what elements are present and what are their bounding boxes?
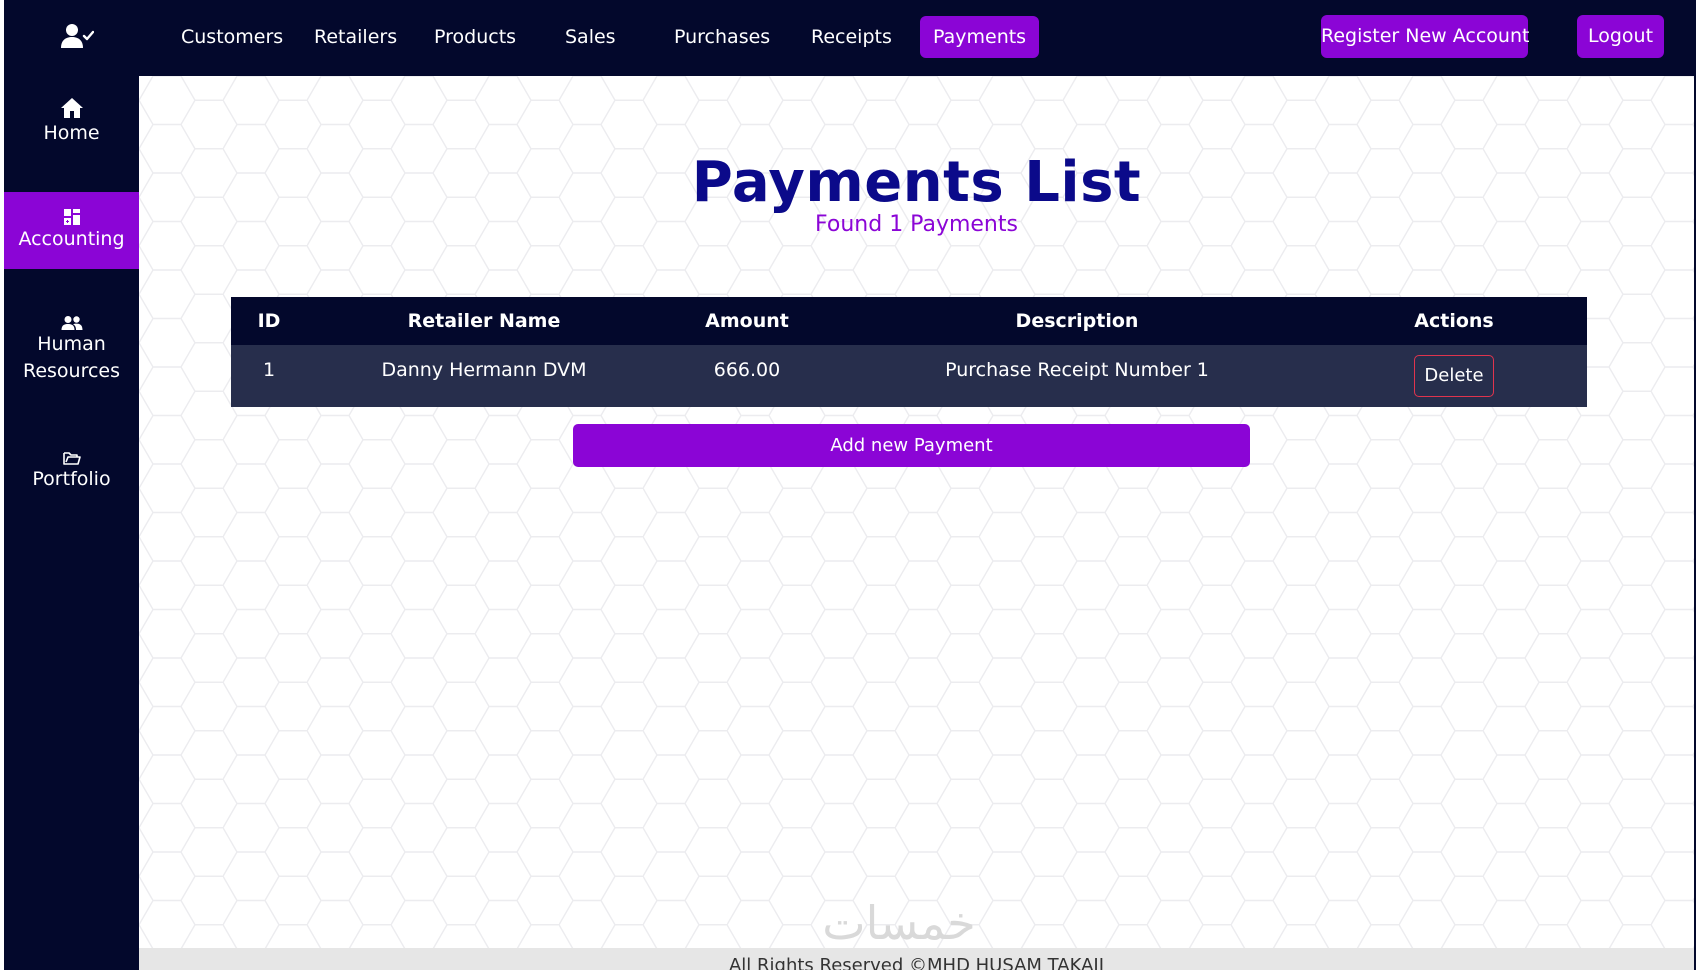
cell-description: Purchase Receipt Number 1 bbox=[833, 345, 1321, 407]
user-check-icon[interactable] bbox=[60, 22, 94, 50]
nav-payments[interactable]: Payments bbox=[920, 16, 1040, 58]
column-header-amount: Amount bbox=[661, 297, 833, 345]
watermark-logo: خمسات bbox=[822, 896, 976, 950]
cell-id: 1 bbox=[231, 345, 307, 407]
register-new-account-button[interactable]: Register New Account bbox=[1321, 15, 1529, 58]
sidebar-item-label: Home bbox=[43, 122, 100, 144]
sidebar-item-label: Accounting bbox=[18, 228, 125, 250]
table-row: 1 Danny Hermann DVM 666.00 Purchase Rece… bbox=[231, 345, 1587, 407]
nav-purchases[interactable]: Purchases bbox=[661, 16, 783, 58]
payments-table: ID Retailer Name Amount Description Acti… bbox=[231, 297, 1587, 407]
delete-button[interactable]: Delete bbox=[1414, 354, 1494, 397]
sidebar-item-portfolio[interactable]: Portfolio bbox=[4, 450, 139, 510]
sidebar: Home Accounting Human Resources Portfoli… bbox=[4, 76, 139, 970]
table-header-row: ID Retailer Name Amount Description Acti… bbox=[231, 297, 1587, 345]
nav-products[interactable]: Products bbox=[421, 16, 529, 58]
cell-amount: 666.00 bbox=[661, 345, 833, 407]
sidebar-item-home[interactable]: Home bbox=[4, 96, 139, 156]
main-content: Payments List Found 1 Payments ID Retail… bbox=[139, 76, 1694, 970]
nav-receipts[interactable]: Receipts bbox=[798, 16, 905, 58]
add-new-payment-button[interactable]: Add new Payment bbox=[573, 424, 1250, 467]
sidebar-item-label: Portfolio bbox=[32, 468, 111, 490]
nav-retailers[interactable]: Retailers bbox=[301, 16, 410, 58]
column-header-actions: Actions bbox=[1321, 297, 1587, 345]
nav-customers[interactable]: Customers bbox=[168, 16, 296, 58]
page-title: Payments List bbox=[691, 150, 1142, 215]
accounting-icon bbox=[63, 209, 80, 225]
logout-button[interactable]: Logout bbox=[1577, 15, 1664, 58]
column-header-id: ID bbox=[231, 297, 307, 345]
page-subtitle: Found 1 Payments bbox=[815, 212, 1018, 237]
top-navbar: Customers Retailers Products Sales Purch… bbox=[4, 0, 1696, 76]
app-frame: Customers Retailers Products Sales Purch… bbox=[4, 0, 1696, 970]
sidebar-item-label: Human bbox=[37, 333, 106, 355]
cell-actions: Delete bbox=[1321, 345, 1587, 407]
nav-sales[interactable]: Sales bbox=[552, 16, 629, 58]
column-header-retailer-name: Retailer Name bbox=[307, 297, 661, 345]
sidebar-item-human-resources[interactable]: Human Resources bbox=[4, 315, 139, 405]
sidebar-item-label: Resources bbox=[22, 360, 121, 382]
cell-retailer-name: Danny Hermann DVM bbox=[307, 345, 661, 407]
footer-text: All Rights Reserved ©MHD HUSAM TAKAJI bbox=[728, 955, 1105, 970]
column-header-description: Description bbox=[833, 297, 1321, 345]
sidebar-item-accounting[interactable]: Accounting bbox=[4, 192, 139, 269]
footer: All Rights Reserved ©MHD HUSAM TAKAJI bbox=[139, 948, 1694, 970]
home-icon bbox=[60, 98, 83, 118]
folder-icon bbox=[62, 452, 81, 465]
users-icon bbox=[61, 316, 82, 330]
